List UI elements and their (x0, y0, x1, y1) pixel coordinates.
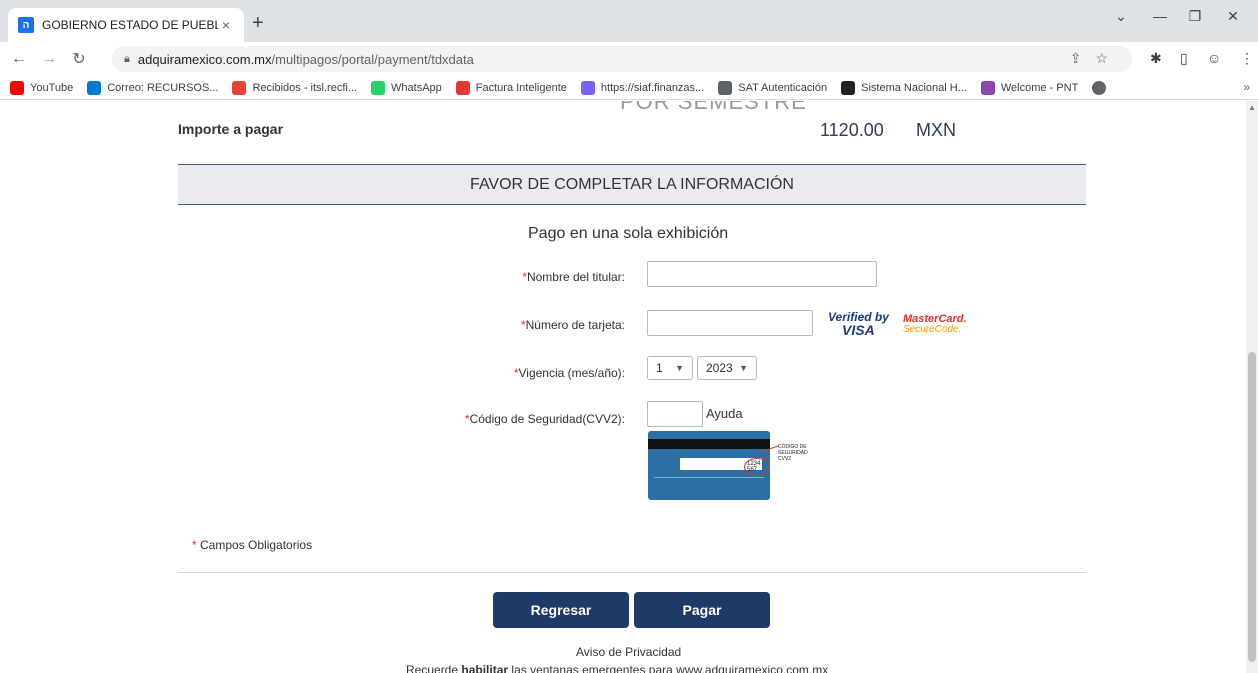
bookmark-label: Sistema Nacional H... (861, 81, 967, 94)
lock-icon: 🔒︎ (124, 52, 130, 65)
bookmark-item[interactable]: Correo: RECURSOS... (87, 80, 219, 95)
bookmark-label: Welcome - PNT (1000, 81, 1079, 94)
restore-button[interactable]: ❐ (1180, 8, 1210, 25)
tab-close-icon[interactable]: × (218, 17, 234, 33)
verified-by-visa-logo: Verified by VISA (828, 310, 889, 338)
bookmark-item[interactable]: WhatsApp (371, 80, 442, 95)
forward-icon[interactable]: → (38, 50, 60, 68)
tab-title: GOBIERNO ESTADO DE PUEBLA (42, 18, 218, 32)
bookmark-label: WhatsApp (391, 81, 442, 94)
bookmark-favicon-icon (718, 80, 733, 95)
address-bar[interactable]: 🔒︎ adquiramexico.com.mx/multipagos/porta… (112, 46, 1132, 72)
bookmark-label: SAT Autenticación (738, 81, 828, 94)
reload-icon[interactable]: ↻ (68, 49, 90, 69)
url-text: adquiramexico.com.mx/multipagos/portal/p… (137, 51, 474, 67)
globe-icon[interactable] (1092, 80, 1107, 95)
nombre-input[interactable] (647, 261, 877, 287)
browser-toolbar: ← → ↻ 🔒︎ adquiramexico.com.mx/multipagos… (0, 42, 1258, 76)
bookmark-favicon-icon (580, 80, 595, 95)
bookmark-item[interactable]: YouTube (10, 80, 74, 95)
bookmark-item[interactable]: Welcome - PNT (980, 80, 1079, 95)
bookmark-favicon-icon (10, 80, 24, 95)
more-bookmarks-icon[interactable]: » (1243, 80, 1250, 94)
bookmark-item[interactable]: Sistema Nacional H... (841, 80, 967, 95)
section-title: FAVOR DE COMPLETAR LA INFORMACIÓN (178, 164, 1086, 205)
cvv-input[interactable] (647, 401, 703, 427)
bookmark-favicon-icon (371, 80, 386, 95)
vigencia-label: *Vigencia (mes/año): (513, 366, 625, 380)
mastercard-securecode-logo: MasterCard. SecureCode. (903, 313, 967, 335)
bookmark-label: YouTube (30, 81, 74, 94)
popup-reminder: Recuerde habilitar las ventanas emergent… (406, 663, 829, 673)
cvv-label: *Código de Seguridad(CVV2): (464, 412, 625, 426)
expiry-month-select[interactable]: 1 ▼ (647, 356, 693, 380)
tarjeta-label: *Número de tarjeta: (520, 318, 625, 332)
scroll-up-icon: ▲ (1248, 103, 1256, 112)
importe-amount: 1120.00 (820, 120, 884, 140)
cut-off-heading: POR SEMESTRE (620, 101, 807, 114)
page-content: POR SEMESTRE Importe a pagar 1120.00 MXN… (0, 101, 1246, 673)
bookmark-favicon-icon (455, 80, 470, 95)
bookmark-label: https://siaf.finanzas... (600, 81, 705, 94)
bookmark-label: Recibidos - itsl.recfi... (252, 81, 358, 94)
regresar-button[interactable]: Regresar (493, 592, 629, 628)
importe-label: Importe a pagar (178, 121, 284, 137)
side-panel-icon[interactable]: ▯ (1180, 50, 1188, 67)
bookmark-item[interactable]: SAT Autenticación (718, 80, 828, 95)
window-close-button[interactable]: ✕ (1218, 8, 1248, 25)
privacy-notice-link[interactable]: Aviso de Privacidad (576, 645, 681, 659)
importe-currency: MXN (916, 120, 956, 140)
pagar-button[interactable]: Pagar (634, 592, 770, 628)
bookmark-favicon-icon (87, 80, 102, 95)
pay-mode-title: Pago en una sola exhibición (528, 225, 729, 242)
profile-avatar-icon[interactable]: ☺ (1207, 50, 1221, 66)
chevron-down-icon: ▼ (675, 363, 684, 373)
required-fields-note: * Campos Obligatorios (192, 538, 313, 552)
chevron-down-icon: ▼ (739, 363, 748, 373)
bookmark-item[interactable]: https://siaf.finanzas... (580, 80, 705, 95)
bookmark-label: Factura Inteligente (475, 81, 567, 94)
tab-search-icon[interactable]: ⌄ (1106, 8, 1136, 25)
page-scrollbar[interactable]: ▲ (1246, 101, 1258, 673)
tab-strip: ה GOBIERNO ESTADO DE PUEBLA × + ⌄ — ❐ ✕ (0, 0, 1258, 42)
menu-icon[interactable]: ⋮ (1240, 50, 1254, 67)
bookmark-favicon-icon (232, 80, 247, 95)
card-back-image: 1234 567 (648, 431, 770, 500)
bookmark-label: Correo: RECURSOS... (107, 81, 219, 94)
expiry-year-select[interactable]: 2023 ▼ (697, 356, 757, 380)
card-number-input[interactable] (647, 310, 813, 336)
minimize-button[interactable]: — (1145, 8, 1175, 24)
share-star-icons[interactable]: ⇪☆ (1070, 50, 1122, 67)
bookmark-favicon-icon (841, 80, 856, 95)
extensions-icon[interactable]: ✱ (1150, 50, 1162, 67)
divider (178, 572, 1086, 573)
site-favicon-icon: ה (18, 17, 34, 33)
cvv-caption: CÓDIGO DE SEGURIDAD CVV2 (778, 444, 808, 462)
bookmark-item[interactable]: Factura Inteligente (455, 80, 567, 95)
back-icon[interactable]: ← (8, 50, 30, 68)
bookmark-item[interactable]: Recibidos - itsl.recfi... (232, 80, 358, 95)
nombre-label: *Nombre del titular: (522, 270, 625, 284)
browser-tab[interactable]: ה GOBIERNO ESTADO DE PUEBLA × (8, 8, 244, 42)
bookmark-favicon-icon (980, 80, 995, 95)
bookmarks-bar: YouTube Correo: RECURSOS... Recibidos - it… (0, 76, 1258, 100)
ayuda-link[interactable]: Ayuda (706, 406, 743, 421)
scroll-thumb[interactable] (1248, 352, 1256, 662)
new-tab-button[interactable]: + (252, 12, 264, 35)
